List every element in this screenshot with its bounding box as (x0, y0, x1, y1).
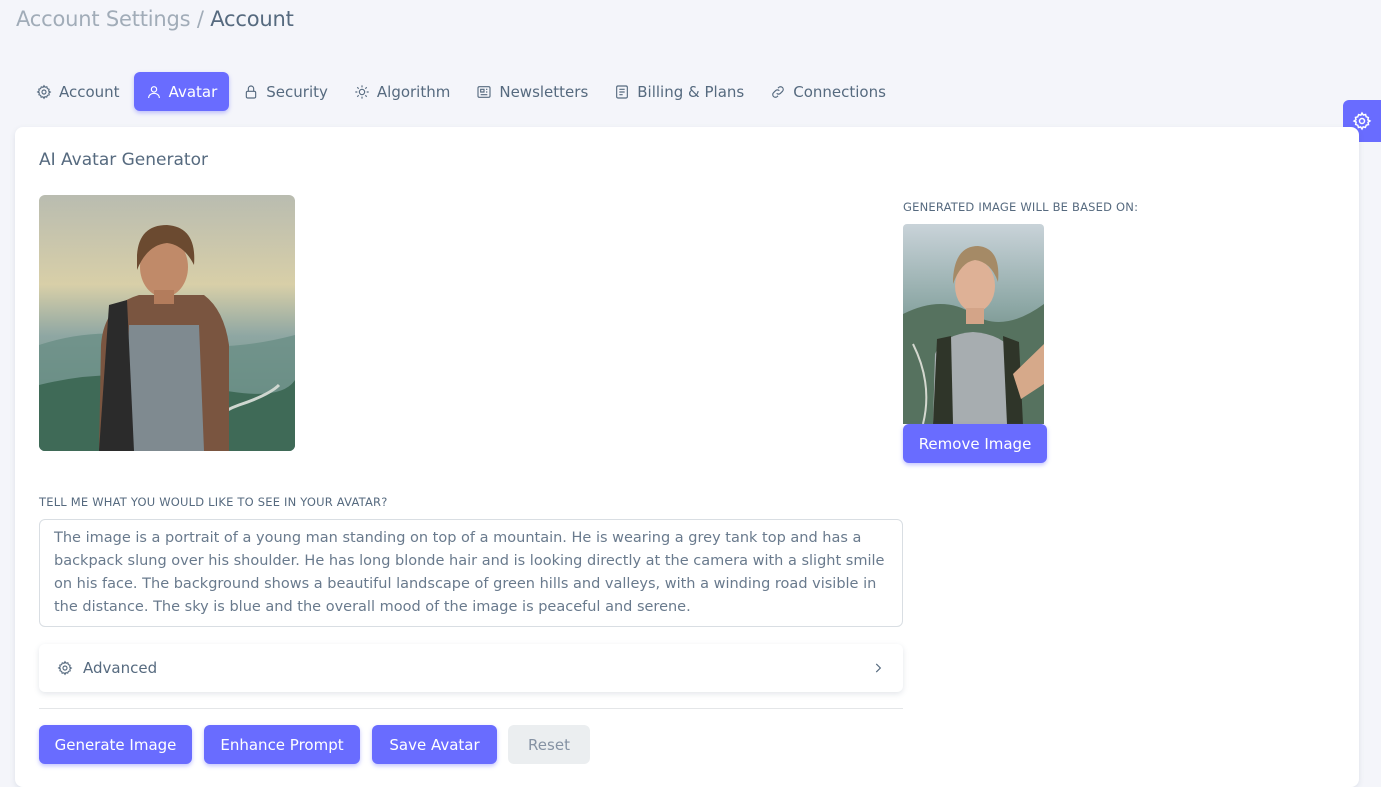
chevron-right-icon (875, 663, 882, 673)
tab-newsletters[interactable]: Newsletters (464, 72, 600, 111)
prompt-label: TELL ME WHAT YOU WOULD LIKE TO SEE IN YO… (39, 495, 388, 509)
tab-algorithm[interactable]: Algorithm (342, 72, 462, 111)
enhance-prompt-button[interactable]: Enhance Prompt (204, 725, 360, 764)
save-avatar-button[interactable]: Save Avatar (372, 725, 497, 764)
breadcrumb: Account Settings / Account (16, 7, 294, 31)
remove-image-button[interactable]: Remove Image (903, 424, 1047, 463)
link-icon (772, 85, 785, 98)
source-photo (903, 224, 1044, 424)
tab-account[interactable]: Account (24, 72, 132, 111)
settings-tabs: Account Avatar Security Algorithm Newsle… (24, 72, 900, 111)
tab-label: Account (59, 82, 120, 101)
generated-avatar-image (39, 195, 295, 451)
tab-label: Avatar (168, 82, 218, 101)
gear-icon (36, 84, 52, 99)
generate-image-button[interactable]: Generate Image (39, 725, 192, 764)
breadcrumb-current: Account (210, 7, 294, 31)
breadcrumb-parent[interactable]: Account Settings / (16, 7, 204, 31)
tab-avatar[interactable]: Avatar (133, 72, 230, 111)
avatar-generator-card: AI Avatar Generator GENERATED IMAGE WILL… (15, 127, 1359, 787)
tab-label: Algorithm (376, 82, 451, 101)
tab-label: Newsletters (499, 82, 589, 101)
tab-security[interactable]: Security (231, 72, 340, 111)
based-on-label: GENERATED IMAGE WILL BE BASED ON: (903, 200, 1139, 214)
advanced-label: Advanced (83, 659, 158, 677)
card-title: AI Avatar Generator (39, 150, 208, 170)
tab-label: Security (266, 82, 328, 101)
user-icon (147, 85, 160, 98)
divider (39, 708, 903, 709)
newspaper-icon (477, 85, 491, 98)
tab-billing[interactable]: Billing & Plans (602, 72, 756, 111)
cog-outline-icon (355, 84, 369, 99)
gear-icon (57, 660, 73, 676)
file-icon (616, 84, 629, 99)
tab-connections[interactable]: Connections (758, 72, 898, 111)
advanced-accordion[interactable]: Advanced (39, 644, 903, 692)
tab-label: Billing & Plans (637, 82, 745, 101)
tab-label: Connections (793, 82, 886, 101)
avatar-prompt-textarea[interactable]: The image is a portrait of a young man s… (39, 519, 903, 627)
lock-icon (246, 85, 257, 99)
reset-button[interactable]: Reset (508, 725, 590, 764)
